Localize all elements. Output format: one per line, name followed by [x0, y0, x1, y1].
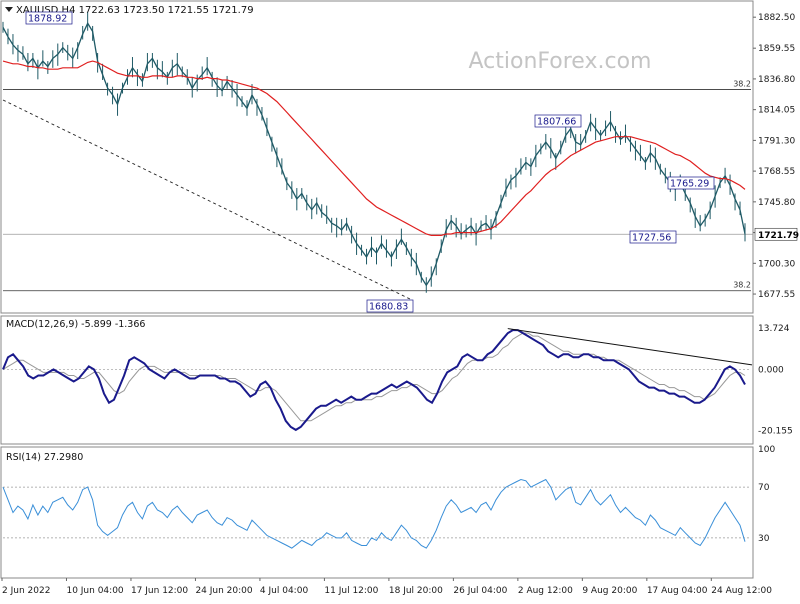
dashed-trendline — [2, 99, 413, 301]
rsi-panel-frame — [0, 446, 754, 579]
macd-label: MACD(12,26,9) -5.899 -1.366 — [6, 319, 145, 330]
price-y-tick-label: 1745.80 — [758, 198, 795, 208]
x-tick-label: 24 Jun 20:00 — [195, 586, 252, 596]
x-tick-label: 2 Aug 12:00 — [518, 586, 573, 596]
chart-root: ActionForex.com XAUUSD,H4 1722.63 1723.5… — [0, 0, 800, 600]
macd-y-tick-label: 13.724 — [758, 324, 790, 334]
current-price-label: 1721.79 — [758, 231, 799, 241]
x-tick-label: 4 Jul 04:00 — [260, 586, 309, 596]
price-y-tick-label: 1768.55 — [758, 167, 795, 177]
price-y-tick-label: 1859.55 — [758, 44, 795, 54]
macd-main-line — [2, 329, 746, 432]
x-tick-label: 26 Jul 04:00 — [453, 586, 507, 596]
macd-y-tick-label: -20.155 — [758, 426, 793, 436]
rsi-y-tick-label: 100 — [758, 445, 775, 455]
price-y-tick-label: 1700.30 — [758, 259, 795, 269]
price-annotation-label: 1878.92 — [28, 14, 67, 25]
chart-svg: ActionForex.com XAUUSD,H4 1722.63 1723.5… — [0, 0, 799, 596]
price-y-tick-label: 1791.30 — [758, 136, 795, 146]
rsi-y-tick-label: 30 — [758, 534, 770, 544]
fib-level-label: 38.2 — [733, 281, 751, 290]
macd-panel-frame — [0, 315, 754, 445]
triangle-down-icon — [5, 7, 13, 12]
watermark-text: ActionForex.com — [469, 49, 652, 74]
macd-signal-line — [2, 332, 746, 422]
macd-plot-layer — [2, 328, 753, 432]
price-y-tick-label: 1677.55 — [758, 290, 795, 300]
price-annotation-label: 1765.29 — [670, 179, 709, 190]
rsi-y-tick-label: 70 — [758, 483, 770, 493]
price-annotation-label: 1680.83 — [369, 302, 408, 313]
price-annotation-label: 1727.56 — [632, 233, 671, 244]
rsi-plot-layer — [2, 478, 746, 549]
x-tick-label: 17 Jun 12:00 — [131, 586, 188, 596]
x-tick-label: 18 Jul 20:00 — [389, 586, 443, 596]
macd-y-tick-label: 0.000 — [758, 365, 784, 375]
x-tick-label: 17 Aug 04:00 — [647, 586, 708, 596]
rsi-line — [2, 478, 746, 549]
price-y-tick-label: 1836.80 — [758, 75, 795, 85]
price-y-tick-label: 1882.50 — [758, 13, 795, 23]
rsi-label: RSI(14) 27.2980 — [6, 452, 83, 463]
price-annotation-label: 1807.66 — [537, 117, 576, 128]
x-tick-label: 11 Jul 12:00 — [324, 586, 378, 596]
x-tick-label: 10 Jun 04:00 — [66, 586, 123, 596]
x-tick-label: 9 Aug 20:00 — [582, 586, 637, 596]
x-tick-label: 2 Jun 2022 — [2, 586, 50, 596]
x-tick-label: 24 Aug 12:00 — [711, 586, 772, 596]
moving-average-line — [2, 60, 746, 236]
price-y-tick-label: 1814.05 — [758, 106, 795, 116]
fib-level-label: 38.2 — [733, 80, 751, 89]
